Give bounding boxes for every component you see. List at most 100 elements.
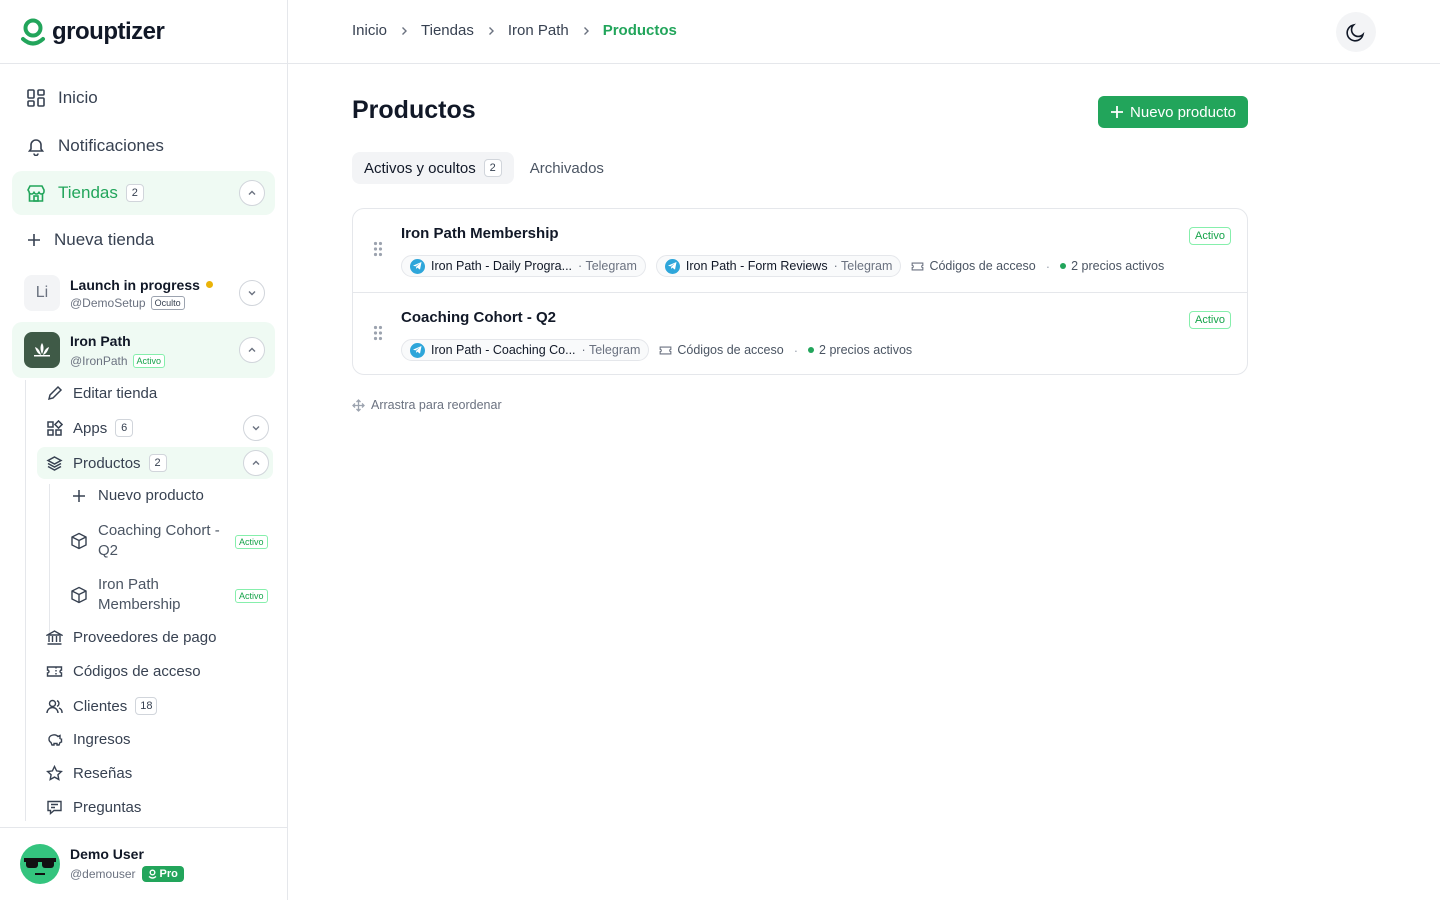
- chevron-up-icon[interactable]: [243, 450, 269, 476]
- drag-handle-icon[interactable]: [373, 241, 383, 257]
- telegram-icon: [410, 258, 425, 274]
- label-line: Coaching Cohort -: [98, 522, 220, 539]
- sidebar-item-label: Preguntas: [73, 799, 142, 816]
- layers-icon: [46, 455, 63, 472]
- channel-chip[interactable]: Iron Path - Form Reviews · Telegram: [655, 255, 902, 277]
- store-icon: [26, 183, 46, 203]
- channel-platform: · Telegram: [581, 343, 641, 357]
- tab-label: Archivados: [529, 159, 604, 177]
- sidebar-item-products[interactable]: Productos 2: [37, 447, 273, 479]
- product-name[interactable]: Iron Path Membership: [401, 225, 559, 242]
- sidebar-item-home[interactable]: Inicio: [12, 78, 275, 118]
- tree-line: [49, 484, 50, 634]
- prices-meta: 2 precios activos: [808, 343, 912, 357]
- plus-icon: [72, 489, 86, 503]
- hint-label: Arrastra para reordenar: [371, 398, 502, 412]
- tree-line: [25, 380, 26, 821]
- bank-icon: [46, 629, 63, 646]
- store-name: Iron Path: [70, 332, 131, 349]
- count-badge: 6: [115, 419, 134, 437]
- dashboard-icon: [26, 88, 46, 108]
- reorder-hint: Arrastra para reordenar: [352, 398, 502, 412]
- sidebar-item-product-ironpath[interactable]: Iron Path Membership Activo: [70, 575, 270, 615]
- sidebar-item-access-codes[interactable]: Códigos de acceso: [46, 663, 201, 680]
- avatar: [20, 844, 60, 884]
- star-icon: [46, 765, 63, 782]
- active-dot: [1060, 263, 1067, 269]
- product-row[interactable]: Coaching Cohort - Q2 Activo Iron Path - …: [353, 292, 1247, 374]
- chevron-down-icon[interactable]: [243, 415, 269, 441]
- channel-platform: · Telegram: [833, 259, 893, 273]
- product-row[interactable]: Iron Path Membership Activo Iron Path - …: [353, 209, 1247, 292]
- breadcrumb-stores[interactable]: Tiendas: [421, 22, 474, 39]
- channel-name: Iron Path - Coaching Co...: [431, 343, 576, 357]
- label-line: Iron Path: [98, 576, 159, 593]
- store-item-ironpath[interactable]: Iron Path @IronPath Activo: [12, 322, 275, 378]
- active-dot: [808, 347, 815, 353]
- tab-label: Activos y ocultos: [364, 159, 476, 177]
- product-name[interactable]: Coaching Cohort - Q2: [401, 309, 556, 326]
- channel-name: Iron Path - Daily Progra...: [431, 259, 573, 273]
- tab-archived[interactable]: Archivados: [514, 152, 620, 184]
- chevron-down-icon[interactable]: [239, 280, 265, 306]
- store-item-launch[interactable]: Li Launch in progress @DemoSetup Oculto: [12, 268, 275, 318]
- chevron-up-icon[interactable]: [239, 180, 265, 206]
- button-label: Nuevo producto: [1130, 103, 1236, 121]
- status-badge: Activo: [132, 353, 166, 368]
- sidebar-item-label: Nueva tienda: [54, 230, 155, 249]
- sidebar-item-new-store[interactable]: Nueva tienda: [12, 220, 275, 260]
- message-question-icon: [46, 799, 63, 816]
- sidebar-item-income[interactable]: Ingresos: [46, 731, 131, 748]
- new-product-button[interactable]: Nuevo producto: [1098, 96, 1248, 128]
- sidebar-item-clients[interactable]: Clientes 18: [46, 697, 158, 715]
- breadcrumb-home[interactable]: Inicio: [352, 22, 387, 39]
- sidebar-item-reviews[interactable]: Reseñas: [46, 765, 132, 782]
- sidebar-item-label: Editar tienda: [73, 385, 158, 402]
- channel-chip[interactable]: Iron Path - Daily Progra... · Telegram: [401, 255, 646, 277]
- status-badge: Activo: [1189, 227, 1231, 245]
- channel-chip[interactable]: Iron Path - Coaching Co... · Telegram: [401, 339, 650, 361]
- count-badge: 18: [135, 697, 158, 715]
- sidebar-item-notifications[interactable]: Notificaciones: [12, 126, 275, 166]
- store-handle: @DemoSetup: [70, 295, 146, 310]
- sidebar-item-payment-providers[interactable]: Proveedores de pago: [46, 629, 216, 646]
- store-info: Iron Path @IronPath Activo: [70, 332, 166, 368]
- sidebar-item-label: Nuevo producto: [98, 487, 204, 504]
- moon-icon: [1345, 21, 1367, 43]
- page-title: Productos: [352, 96, 476, 124]
- sidebar-item-label: Clientes: [73, 697, 128, 715]
- product-meta: Iron Path - Daily Progra... · Telegram I…: [401, 255, 1164, 277]
- sidebar-item-product-coaching[interactable]: Coaching Cohort - Q2 Activo: [70, 521, 270, 561]
- status-badge: Activo: [1189, 311, 1231, 329]
- sidebar-item-label: Ingresos: [73, 731, 131, 748]
- status-badge: Activo: [235, 535, 268, 549]
- grouptizer-logo-icon: [20, 18, 46, 46]
- access-codes-meta: Códigos de acceso: [659, 343, 784, 357]
- sidebar-item-questions[interactable]: Preguntas: [46, 799, 141, 816]
- access-codes-meta: Códigos de acceso: [911, 259, 1036, 273]
- user-profile[interactable]: Demo User @demouser Pro: [0, 827, 287, 900]
- theme-toggle-button[interactable]: [1336, 12, 1376, 52]
- label-line: Q2: [98, 542, 119, 559]
- status-badge: Oculto: [150, 295, 185, 310]
- product-meta: Iron Path - Coaching Co... · Telegram Có…: [401, 339, 912, 361]
- product-list: Iron Path Membership Activo Iron Path - …: [352, 208, 1248, 375]
- store-avatar: Li: [24, 275, 60, 311]
- prices-label: 2 precios activos: [819, 343, 913, 357]
- access-label: Códigos de acceso: [677, 343, 784, 357]
- count-badge: 2: [125, 184, 144, 202]
- sidebar-item-stores[interactable]: Tiendas 2: [12, 171, 275, 215]
- tab-active-hidden[interactable]: Activos y ocultos 2: [352, 152, 514, 184]
- prices-label: 2 precios activos: [1071, 259, 1165, 273]
- sidebar-item-label: Proveedores de pago: [73, 629, 217, 646]
- drag-handle-icon[interactable]: [373, 325, 383, 341]
- chevron-up-icon[interactable]: [239, 337, 265, 363]
- sidebar-item-new-product[interactable]: Nuevo producto: [72, 487, 204, 504]
- sidebar-item-edit-store[interactable]: Editar tienda: [46, 385, 157, 402]
- brand-logo[interactable]: grouptizer: [0, 0, 287, 64]
- telegram-icon: [410, 342, 425, 358]
- sidebar-item-apps[interactable]: Apps 6: [46, 415, 272, 441]
- plan-label: Pro: [159, 868, 178, 880]
- box-icon: [70, 532, 88, 550]
- breadcrumb-store[interactable]: Iron Path: [508, 22, 569, 39]
